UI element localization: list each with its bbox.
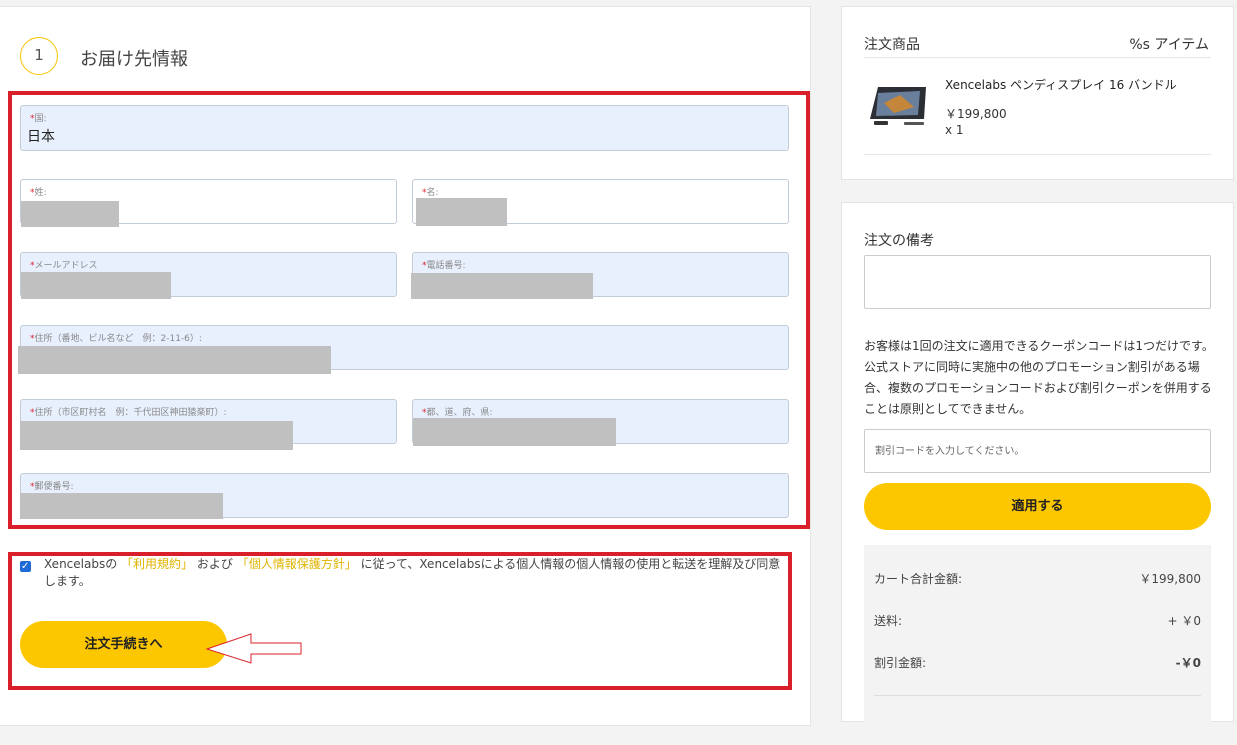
step-title: お届け先情報 bbox=[80, 49, 188, 70]
item-count: %s アイテム bbox=[1129, 37, 1209, 53]
redacted-email bbox=[21, 272, 171, 299]
product-name[interactable]: Xencelabs ペンディスプレイ 16 バンドル bbox=[945, 76, 1177, 93]
checkout-button[interactable]: 注文手続きへ bbox=[20, 621, 227, 668]
email-label: メールアドレス bbox=[34, 261, 98, 271]
order-notes-panel: 注文の備考 お客様は1回の注文に適用できるクーポンコードは1つだけです。公式スト… bbox=[841, 202, 1234, 745]
shipping-value: + ￥0 bbox=[1167, 614, 1201, 628]
arrow-left-icon bbox=[205, 633, 302, 664]
cart-total-row: カート合計金額: ￥199,800 bbox=[874, 572, 1201, 586]
country-label: 国: bbox=[34, 114, 47, 124]
notes-title: 注文の備考 bbox=[864, 233, 934, 249]
coupon-input[interactable] bbox=[864, 429, 1211, 473]
order-notes-textarea[interactable] bbox=[864, 255, 1211, 309]
redacted-city bbox=[20, 421, 293, 450]
divider bbox=[864, 154, 1211, 155]
redacted-address-line bbox=[18, 346, 331, 374]
zip-label: 郵便番号: bbox=[34, 482, 74, 492]
redacted-phone bbox=[411, 273, 593, 299]
country-value: 日本 bbox=[27, 129, 55, 145]
product-quantity: x 1 bbox=[945, 123, 964, 137]
coupon-notice: お客様は1回の注文に適用できるクーポンコードは1つだけです。公式ストアに同時に実… bbox=[864, 339, 1214, 416]
cart-total-value: ￥199,800 bbox=[1139, 572, 1201, 586]
divider bbox=[874, 695, 1201, 696]
shipping-row: 送料: + ￥0 bbox=[874, 614, 1201, 628]
redacted-zip bbox=[20, 493, 223, 519]
privacy-link[interactable]: 「個人情報保護方針」 bbox=[237, 557, 357, 571]
redacted-first-name bbox=[416, 198, 507, 226]
consent-row: Xencelabsの 「利用規約」 および 「個人情報保護方針」 に従って、Xe… bbox=[20, 556, 790, 590]
phone-label: 電話番号: bbox=[426, 261, 466, 271]
redacted-last-name bbox=[21, 201, 119, 227]
product-price: ￥199,800 bbox=[945, 107, 1007, 121]
product-thumbnail bbox=[870, 87, 926, 125]
order-title: 注文商品 bbox=[864, 37, 920, 53]
last-name-label: 姓: bbox=[34, 188, 47, 198]
first-name-label: 名: bbox=[426, 188, 439, 198]
price-summary: カート合計金額: ￥199,800 送料: + ￥0 割引金額: -￥0 bbox=[864, 545, 1211, 745]
apply-coupon-button[interactable]: 適用する bbox=[864, 483, 1211, 530]
step-number: 1 bbox=[20, 37, 58, 75]
divider bbox=[864, 57, 1211, 58]
redacted-prefecture bbox=[413, 418, 616, 446]
discount-value: -￥0 bbox=[1175, 656, 1201, 670]
address1-label: 住所（番地、ビル名など 例：2-11-6）: bbox=[34, 334, 202, 344]
order-items-panel: 注文商品 %s アイテム Xencelabs ペンディスプレイ 16 バンドル … bbox=[841, 6, 1234, 180]
country-select[interactable]: *国: 日本 bbox=[20, 105, 789, 151]
consent-text: Xencelabsの 「利用規約」 および 「個人情報保護方針」 に従って、Xe… bbox=[44, 557, 781, 588]
terms-link[interactable]: 「利用規約」 bbox=[121, 557, 193, 571]
address2-label: 住所（市区町村名 例：千代田区神田猿楽町）: bbox=[34, 408, 227, 418]
discount-row: 割引金額: -￥0 bbox=[874, 656, 1201, 670]
consent-checkbox[interactable] bbox=[20, 558, 31, 575]
form-highlight-box bbox=[8, 91, 810, 529]
prefecture-label: 都、道、府、県: bbox=[426, 408, 493, 418]
